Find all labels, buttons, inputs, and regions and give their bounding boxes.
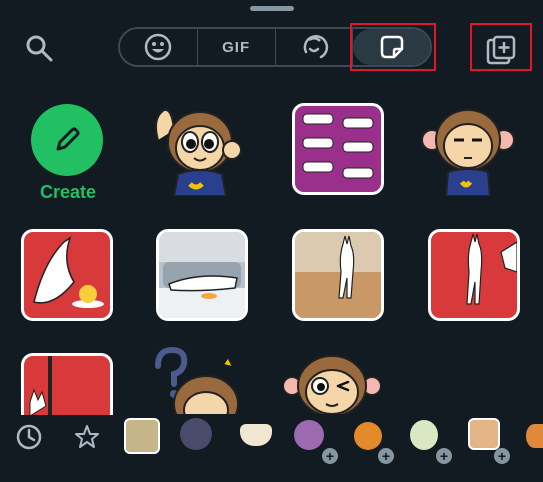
hands-pattern-art [302, 113, 374, 179]
avatar-icon [303, 35, 328, 59]
add-sticker-pack-icon[interactable] [484, 33, 518, 67]
pencil-icon [56, 127, 80, 151]
sticker-pack-bar: + + + + [0, 410, 543, 482]
plus-icon[interactable]: + [494, 448, 510, 464]
sticker-rabbit-peek[interactable] [21, 353, 113, 415]
sticker-rabbits-red[interactable] [428, 229, 520, 321]
sticker-monkey-waving[interactable] [150, 100, 246, 196]
pack-partial[interactable] [526, 424, 543, 448]
rabbit-couch-art [159, 232, 245, 318]
sticker-rabbit-couch[interactable] [156, 229, 248, 321]
pack-chef[interactable] [410, 420, 438, 450]
sticker-monkey-wink[interactable] [284, 346, 380, 414]
rabbit-chick-art [33, 236, 104, 308]
sticker-monkey-question[interactable] [148, 344, 244, 414]
pack-witch[interactable] [180, 418, 212, 450]
highlight-box-stickers [350, 23, 436, 71]
tab-emoji[interactable] [120, 29, 198, 65]
plus-icon[interactable]: + [322, 448, 338, 464]
pack-coffee[interactable] [240, 424, 272, 446]
pack-bride[interactable] [294, 420, 324, 450]
pack-rabbit[interactable] [124, 418, 160, 454]
emoji-icon [145, 33, 172, 61]
sticker-monkey-unimpressed[interactable] [420, 100, 516, 196]
pack-photo[interactable] [468, 418, 500, 450]
gif-tab-label: GIF [222, 38, 251, 56]
rabbit-desert-art [295, 232, 381, 318]
pack-halloween[interactable] [354, 422, 382, 450]
create-label: Create [39, 182, 97, 202]
rabbit-peek-art [29, 356, 52, 415]
plus-icon[interactable]: + [436, 448, 452, 464]
clock-icon[interactable] [14, 422, 44, 452]
sticker-rabbit-desert[interactable] [292, 229, 384, 321]
star-icon[interactable] [72, 422, 102, 452]
create-sticker-button[interactable] [31, 104, 103, 176]
tab-gif[interactable]: GIF [198, 29, 276, 65]
search-icon[interactable] [24, 33, 54, 63]
sticker-rabbit-chick[interactable] [21, 229, 113, 321]
tab-avatar[interactable] [276, 29, 354, 65]
plus-icon[interactable]: + [378, 448, 394, 464]
rabbits-red-art [466, 233, 517, 305]
drag-handle[interactable] [250, 6, 294, 11]
sticker-hands-pattern[interactable] [292, 103, 384, 195]
